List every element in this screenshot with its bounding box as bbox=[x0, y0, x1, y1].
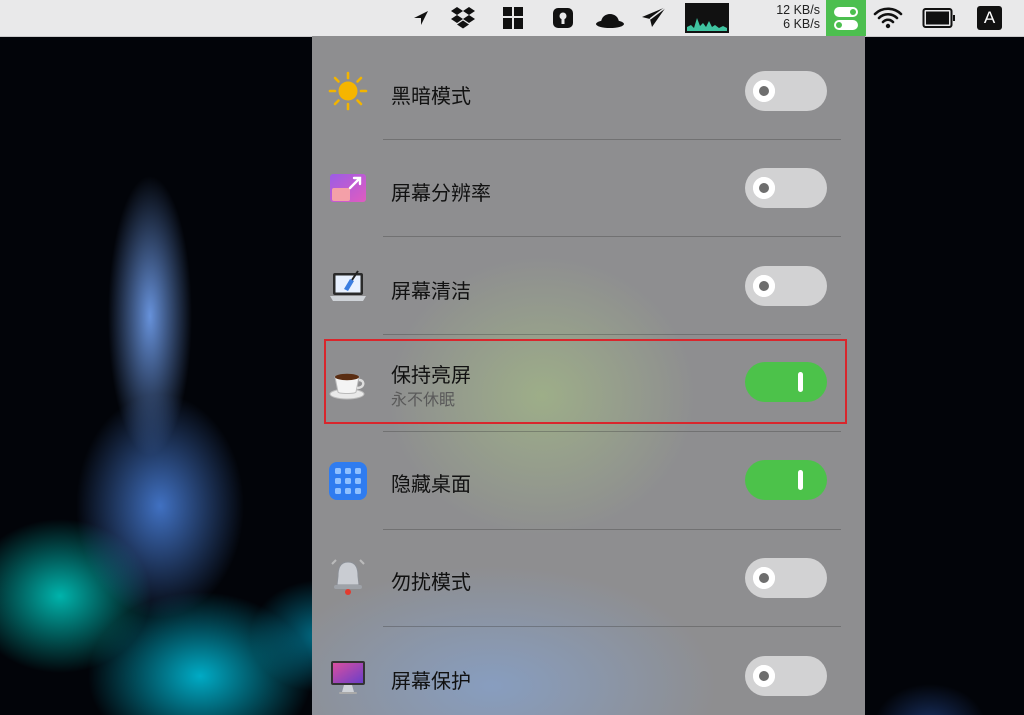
screen-saver-switch[interactable] bbox=[745, 656, 827, 696]
row-screen-clean[interactable]: 屏幕清洁 bbox=[312, 237, 865, 334]
row-dark-mode[interactable]: 黑暗模式 bbox=[312, 43, 865, 140]
screen-resolution-switch[interactable] bbox=[745, 168, 827, 208]
dropbox-icon[interactable] bbox=[448, 0, 478, 36]
do-not-disturb-switch[interactable] bbox=[745, 558, 827, 598]
dark-mode-label: 黑暗模式 bbox=[391, 84, 471, 108]
bowler-hat-icon[interactable] bbox=[594, 0, 626, 36]
bookmark-app-icon[interactable] bbox=[500, 0, 526, 36]
highlight-box bbox=[324, 339, 847, 424]
screen-saver-label: 屏幕保护 bbox=[391, 669, 471, 693]
keyhole-icon[interactable] bbox=[550, 0, 576, 36]
hide-desktop-label: 隐藏桌面 bbox=[391, 472, 471, 496]
row-hide-desktop[interactable]: 隐藏桌面 bbox=[312, 432, 865, 529]
menu-bar: 12 KB/s 6 KB/s A bbox=[0, 0, 1024, 37]
screen-clean-label: 屏幕清洁 bbox=[391, 279, 471, 303]
input-source-icon[interactable]: A bbox=[977, 6, 1002, 30]
screen-clean-switch[interactable] bbox=[745, 266, 827, 306]
upload-speed: 12 KB/s bbox=[776, 3, 820, 17]
do-not-disturb-label: 勿扰模式 bbox=[391, 570, 471, 594]
toggle-app-icon[interactable] bbox=[826, 0, 866, 36]
paper-plane-icon[interactable] bbox=[638, 0, 670, 36]
row-do-not-disturb[interactable]: 勿扰模式 bbox=[312, 529, 865, 626]
screen-resolution-label: 屏幕分辨率 bbox=[391, 181, 491, 205]
network-speed[interactable]: 12 KB/s 6 KB/s bbox=[752, 3, 820, 31]
laptop-clean-icon bbox=[328, 267, 368, 307]
download-speed: 6 KB/s bbox=[783, 17, 820, 31]
sun-icon bbox=[328, 71, 368, 111]
location-arrow-icon[interactable] bbox=[408, 0, 434, 36]
row-screen-saver[interactable]: 屏幕保护 bbox=[312, 627, 865, 715]
hide-desktop-switch[interactable] bbox=[745, 460, 827, 500]
wifi-icon[interactable] bbox=[870, 0, 906, 36]
battery-icon[interactable] bbox=[920, 0, 958, 36]
row-screen-resolution[interactable]: 屏幕分辨率 bbox=[312, 140, 865, 237]
activity-monitor-icon[interactable] bbox=[685, 0, 729, 36]
screen-resolution-icon bbox=[328, 168, 368, 208]
monitor-icon bbox=[328, 657, 368, 697]
dark-mode-switch[interactable] bbox=[745, 71, 827, 111]
app-grid-icon bbox=[328, 461, 368, 501]
bell-icon bbox=[328, 558, 368, 598]
